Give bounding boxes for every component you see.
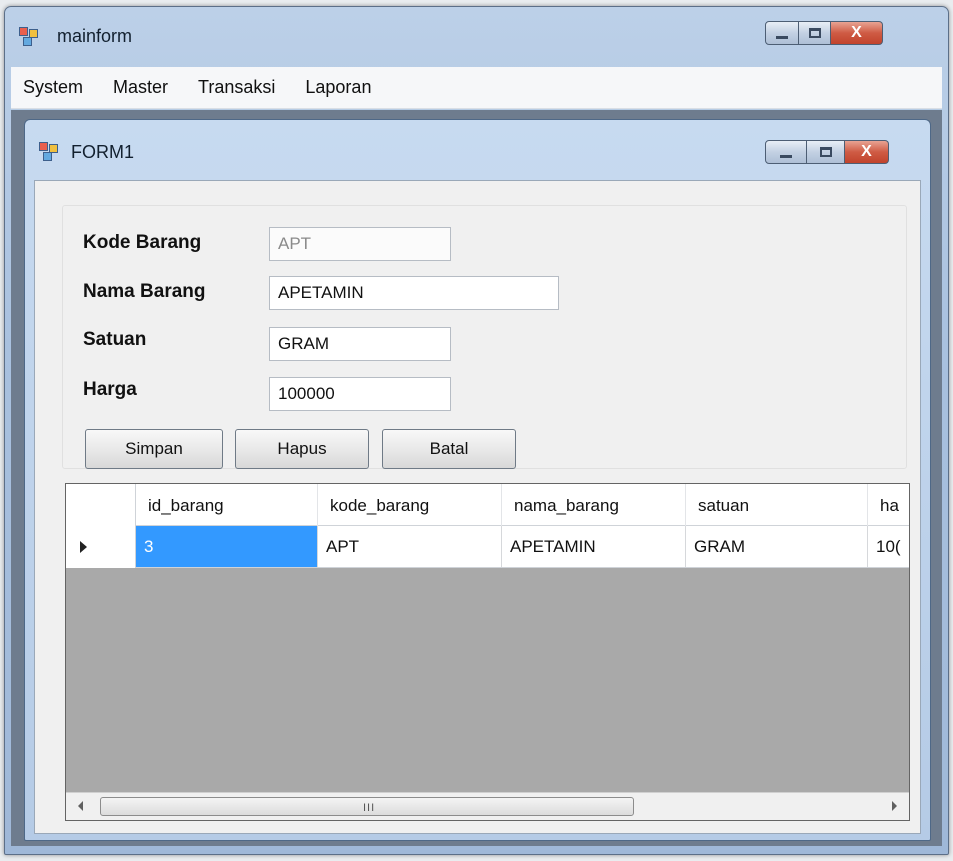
menu-laporan[interactable]: Laporan (305, 77, 371, 98)
table-row[interactable]: 3 APT APETAMIN GRAM 10( (66, 526, 909, 568)
cell-nama-barang[interactable]: APETAMIN (502, 526, 686, 567)
cell-satuan[interactable]: GRAM (686, 526, 868, 567)
form1-title: FORM1 (71, 142, 134, 162)
main-window-caption-buttons: X (765, 21, 883, 45)
grid-header-row: id_barang kode_barang nama_barang satuan… (66, 484, 909, 526)
nama-barang-field[interactable] (269, 276, 559, 310)
nama-barang-label: Nama Barang (83, 281, 206, 302)
main-window-titlebar[interactable]: mainform X (5, 7, 948, 65)
scrollbar-thumb[interactable]: III (100, 797, 634, 816)
menu-master[interactable]: Master (113, 77, 168, 98)
scroll-right-icon[interactable] (892, 801, 897, 811)
simpan-button[interactable]: Simpan (85, 429, 223, 469)
main-maximize-button[interactable] (799, 21, 831, 45)
column-header-nama-barang[interactable]: nama_barang (502, 484, 686, 526)
main-window-title: mainform (57, 26, 133, 46)
harga-label: Harga (83, 379, 137, 400)
kode-barang-field[interactable] (269, 227, 451, 261)
main-close-button[interactable]: X (831, 21, 883, 45)
row-pointer-icon (80, 541, 87, 553)
satuan-label: Satuan (83, 329, 147, 350)
main-minimize-button[interactable] (765, 21, 799, 45)
form1-minimize-button[interactable] (765, 140, 807, 164)
satuan-field[interactable] (269, 327, 451, 361)
close-icon: X (851, 24, 862, 41)
batal-button[interactable]: Batal (382, 429, 516, 469)
column-header-kode-barang[interactable]: kode_barang (318, 484, 502, 526)
harga-field[interactable] (269, 377, 451, 411)
minimize-icon (780, 154, 792, 158)
cell-id-barang[interactable]: 3 (136, 526, 318, 567)
kode-barang-label: Kode Barang (83, 232, 202, 253)
form1-caption-buttons: X (765, 140, 889, 164)
cell-harga[interactable]: 10( (868, 526, 909, 567)
hapus-button[interactable]: Hapus (235, 429, 369, 469)
scroll-left-icon[interactable] (78, 801, 83, 811)
form-window-icon (39, 142, 61, 162)
minimize-icon (776, 35, 788, 39)
form1-close-button[interactable]: X (845, 140, 889, 164)
cell-kode-barang[interactable]: APT (318, 526, 502, 567)
column-header-harga[interactable]: ha (868, 484, 909, 526)
column-header-id-barang[interactable]: id_barang (136, 484, 318, 526)
form1-window: FORM1 X Kode Barang Nama Barang Satuan H… (24, 119, 931, 841)
mdi-client-area: FORM1 X Kode Barang Nama Barang Satuan H… (11, 110, 942, 846)
horizontal-scrollbar[interactable]: III (66, 792, 909, 820)
maximize-icon (808, 28, 821, 38)
menu-system[interactable]: System (23, 77, 83, 98)
row-header-column (66, 484, 136, 568)
form1-maximize-button[interactable] (807, 140, 845, 164)
menu-bar: System Master Transaksi Laporan (11, 67, 942, 109)
menu-transaksi[interactable]: Transaksi (198, 77, 275, 98)
column-header-satuan[interactable]: satuan (686, 484, 868, 526)
maximize-icon (819, 147, 832, 157)
close-icon: X (861, 143, 872, 160)
main-window: mainform X System Master Transaksi Lapor… (4, 6, 949, 855)
data-grid[interactable]: id_barang kode_barang nama_barang satuan… (65, 483, 910, 821)
app-window-icon (19, 27, 41, 47)
scroll-grip: III (363, 802, 376, 814)
form1-client-area: Kode Barang Nama Barang Satuan Harga Sim… (34, 180, 921, 834)
